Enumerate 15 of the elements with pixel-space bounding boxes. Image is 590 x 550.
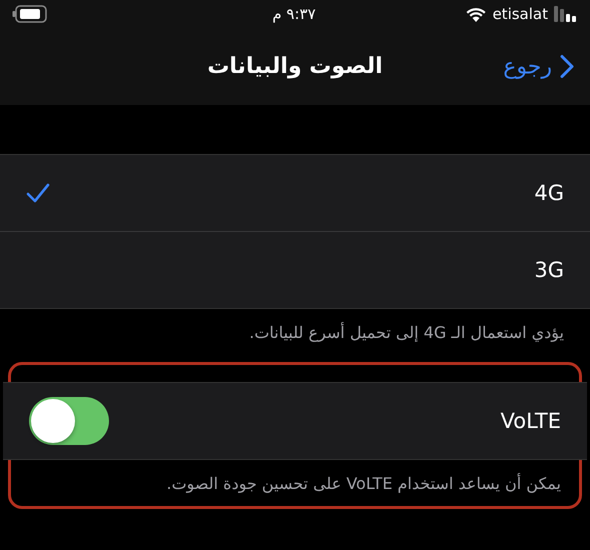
status-time: ٩:٣٧ م bbox=[272, 5, 316, 23]
network-option[interactable]: 4G bbox=[0, 155, 590, 232]
chevron-icon bbox=[560, 54, 574, 78]
page-title: الصوت والبيانات bbox=[207, 54, 383, 79]
wifi-icon bbox=[466, 6, 486, 22]
checkmark-icon bbox=[26, 183, 50, 203]
volte-toggle[interactable] bbox=[29, 397, 109, 445]
battery-icon bbox=[12, 5, 48, 23]
volte-label: VoLTE bbox=[500, 409, 561, 433]
signal-icon bbox=[554, 6, 576, 22]
network-option[interactable]: 3G bbox=[0, 232, 590, 308]
carrier-name: etisalat bbox=[492, 5, 548, 23]
network-footnote: يؤدي استعمال الـ 4G إلى تحميل أسرع للبيانات. bbox=[248, 321, 565, 344]
volte-footnote: يمكن أن يساعد استخدام VoLTE على تحسين جودة الصوت. bbox=[165, 472, 562, 495]
back-button[interactable]: رجوع bbox=[503, 54, 574, 79]
